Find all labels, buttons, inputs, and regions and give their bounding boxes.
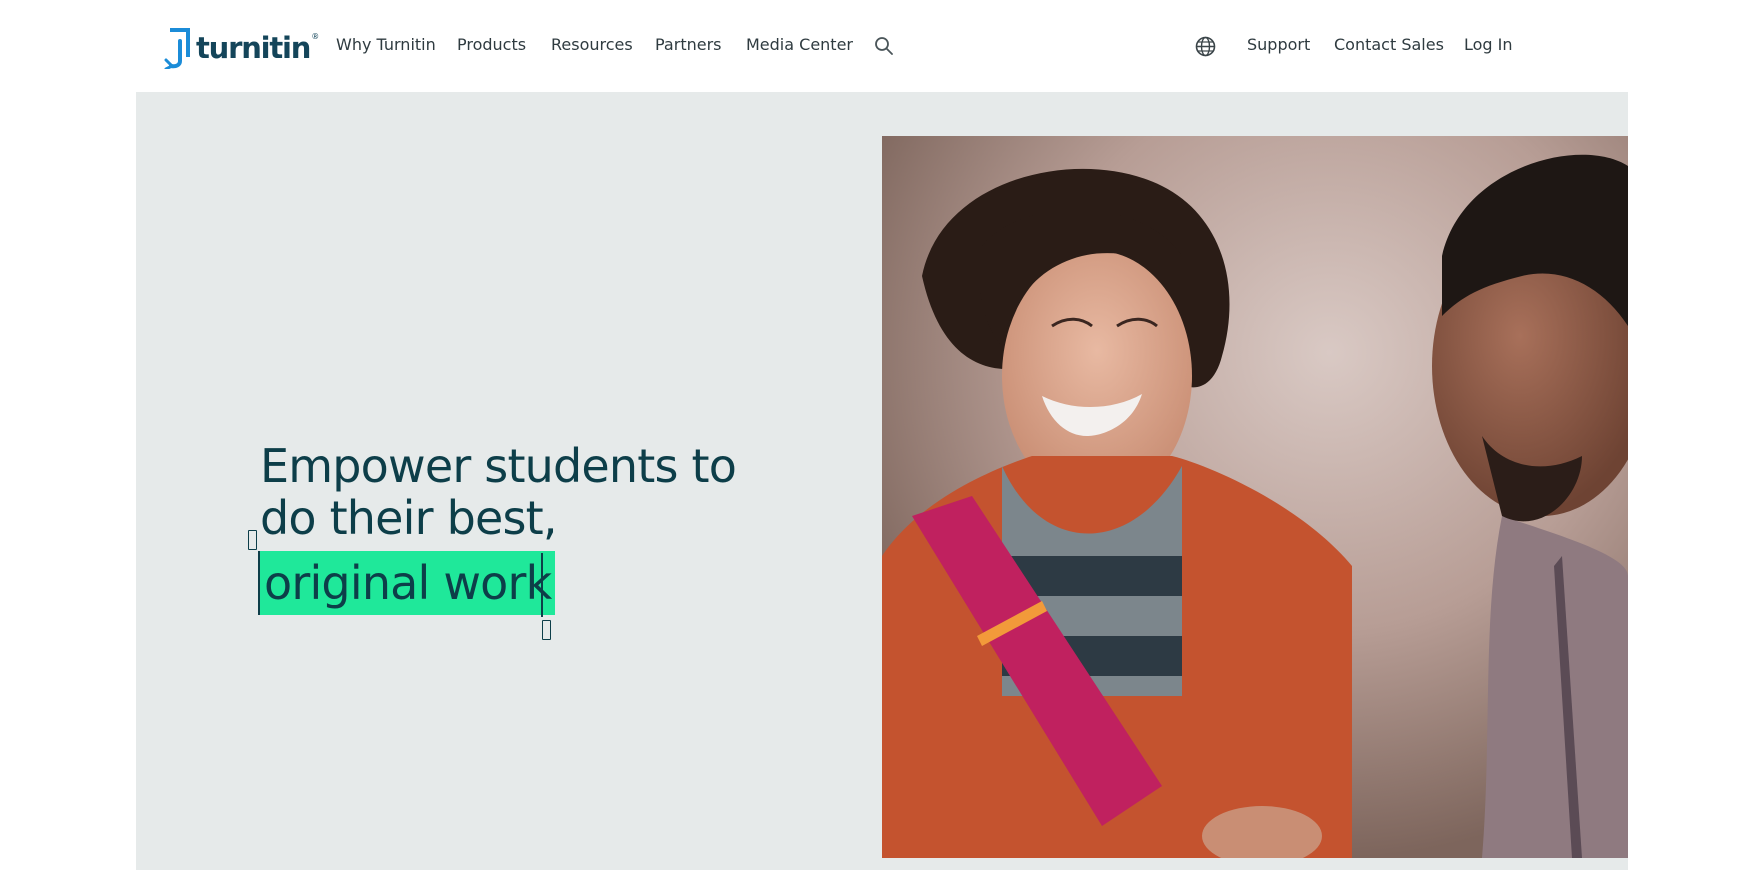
- nav-contact-sales[interactable]: Contact Sales: [1334, 35, 1444, 54]
- selection-start-handle[interactable]: [248, 530, 257, 550]
- nav-why-turnitin[interactable]: Why Turnitin: [336, 35, 436, 54]
- hero-headline: Empower students to do their best,: [260, 439, 737, 545]
- turnitin-logo[interactable]: turnitin ®: [164, 26, 319, 70]
- search-icon[interactable]: [874, 36, 894, 56]
- logo-trademark: ®: [311, 32, 320, 41]
- students-photo-illustration: [882, 136, 1628, 858]
- turnitin-logo-icon: [164, 28, 190, 69]
- logo-wordmark: turnitin: [196, 31, 311, 65]
- nav-products[interactable]: Products: [457, 35, 526, 54]
- headline-highlight-text: original work: [264, 556, 552, 610]
- text-caret: [541, 553, 543, 617]
- nav-log-in[interactable]: Log In: [1464, 35, 1513, 54]
- site-header: turnitin ® Why Turnitin Products Resourc…: [0, 0, 1760, 92]
- nav-media-center[interactable]: Media Center: [746, 35, 853, 54]
- globe-icon[interactable]: [1195, 36, 1216, 57]
- headline-line-2: do their best,: [260, 491, 558, 545]
- headline-highlight[interactable]: original work: [258, 551, 556, 615]
- selection-end-handle[interactable]: [542, 620, 551, 640]
- students-photo: [882, 136, 1628, 858]
- nav-resources[interactable]: Resources: [551, 35, 633, 54]
- nav-partners[interactable]: Partners: [655, 35, 721, 54]
- headline-line-1: Empower students to: [260, 439, 737, 493]
- nav-support[interactable]: Support: [1247, 35, 1310, 54]
